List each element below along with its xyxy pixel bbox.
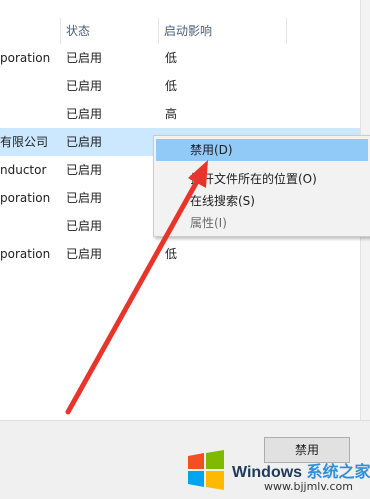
publisher-cell: 有限公司 <box>0 135 49 149</box>
column-separator <box>286 18 287 44</box>
status-cell: 已启用 <box>66 219 103 233</box>
task-manager-startup-tab: 状态 启动影响 poration 已启用 低 已启用 低 已启用 高 有限公司 … <box>0 0 370 499</box>
impact-cell: 高 <box>165 107 178 121</box>
watermark-url: www.bjjmlv.com <box>264 480 353 493</box>
watermark-brand: Windows 系统之家 <box>232 458 370 482</box>
table-row[interactable]: 已启用 高 <box>0 100 370 128</box>
status-cell: 已启用 <box>66 247 103 261</box>
publisher-cell: poration <box>0 191 51 205</box>
menu-item-search-online[interactable]: 在线搜索(S) <box>156 190 368 212</box>
publisher-cell: nductor <box>0 163 47 177</box>
table-row[interactable]: poration 已启用 低 <box>0 240 370 268</box>
status-cell: 已启用 <box>66 51 103 65</box>
status-cell: 已启用 <box>66 163 103 177</box>
column-status[interactable]: 状态 <box>60 18 156 44</box>
publisher-cell <box>0 100 56 128</box>
publisher-cell: poration <box>0 247 51 261</box>
menu-item-open-file-location[interactable]: 打开文件所在的位置(O) <box>156 168 368 190</box>
watermark-brand-site: 系统之家 <box>306 464 370 481</box>
status-cell: 已启用 <box>66 191 103 205</box>
column-startup-impact[interactable]: 启动影响 <box>158 18 274 44</box>
publisher-cell <box>0 212 56 240</box>
menu-item-disable[interactable]: 禁用(D) <box>156 139 368 161</box>
column-header: 状态 启动影响 <box>0 18 370 44</box>
watermark-logo: Windows 系统之家 www.bjjmlv.com <box>170 438 370 498</box>
impact-cell: 低 <box>165 79 178 93</box>
status-cell: 已启用 <box>66 79 103 93</box>
table-row[interactable]: 已启用 低 <box>0 72 370 100</box>
table-row[interactable]: poration 已启用 低 <box>0 44 370 72</box>
context-menu: 禁用(D) 打开文件所在的位置(O) 在线搜索(S) 属性(I) <box>153 135 370 237</box>
status-cell: 已启用 <box>66 135 103 149</box>
impact-cell: 低 <box>165 247 178 261</box>
windows-logo-icon <box>188 450 224 490</box>
publisher-cell: poration <box>0 51 51 65</box>
menu-item-properties[interactable]: 属性(I) <box>156 212 368 234</box>
publisher-cell <box>0 72 56 100</box>
impact-cell: 低 <box>165 51 178 65</box>
status-cell: 已启用 <box>66 107 103 121</box>
watermark-brand-windows: Windows <box>232 464 303 481</box>
